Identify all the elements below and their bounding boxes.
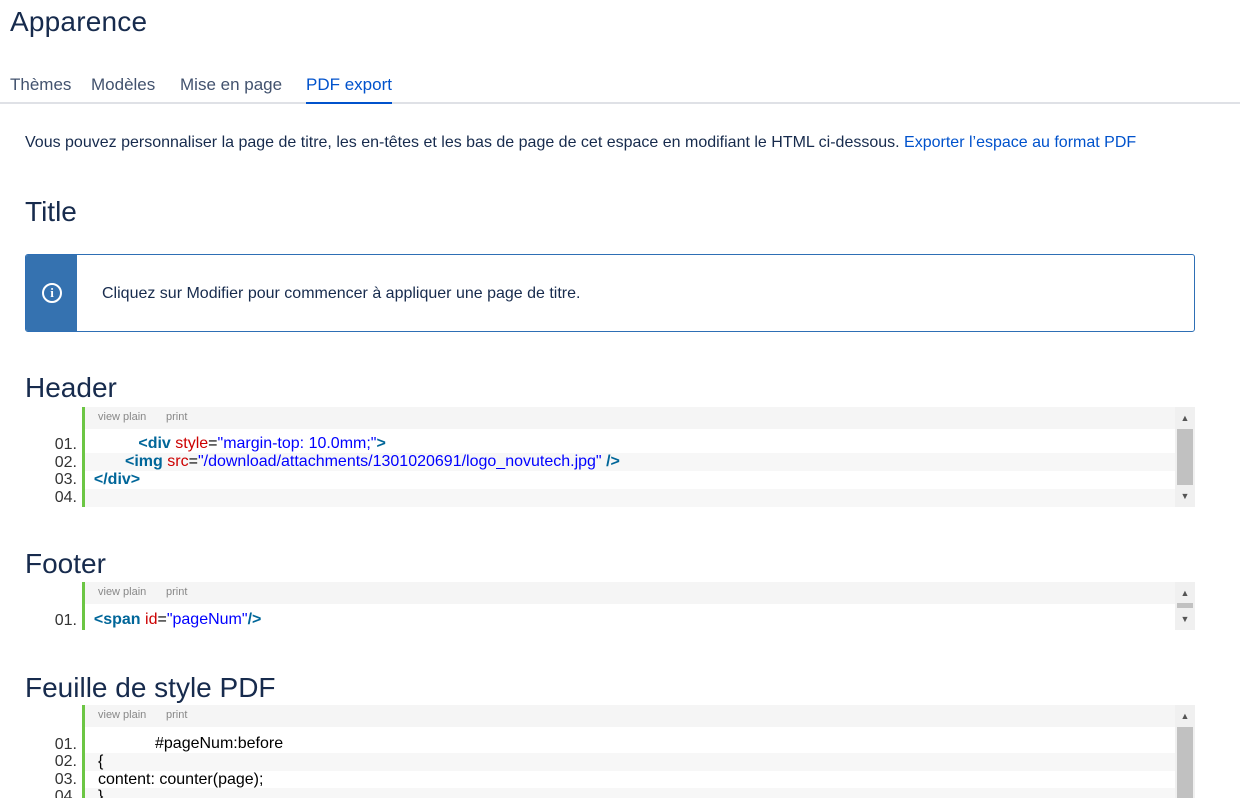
scroll-thumb[interactable] — [1177, 727, 1193, 798]
section-header-heading: Header — [25, 372, 117, 403]
info-bar: i — [26, 255, 77, 331]
line-number: 01. — [54, 736, 77, 753]
code-line: } — [85, 788, 1175, 798]
code-line: { — [85, 753, 1175, 771]
code-line: <span id="pageNum"/> — [85, 611, 1175, 629]
info-message: Cliquez sur Modifier pour commencer à ap… — [102, 285, 581, 302]
line-number: 01. — [54, 612, 77, 629]
info-icon: i — [42, 283, 62, 303]
scroll-thumb[interactable] — [1177, 603, 1193, 608]
export-pdf-link[interactable]: Exporter l’espace au format PDF — [904, 134, 1136, 151]
intro-paragraph: Vous pouvez personnaliser la page de tit… — [25, 131, 1205, 155]
scroll-up-icon[interactable]: ▲ — [1175, 409, 1195, 427]
code-toolbar: view plain print — [85, 705, 1175, 727]
tab-templates[interactable]: Modèles — [91, 75, 155, 104]
code-line: <img src="/download/attachments/13010206… — [85, 453, 1175, 471]
line-number: 04. — [54, 788, 77, 798]
print-link[interactable]: print — [166, 709, 187, 721]
section-title-heading: Title — [25, 196, 77, 227]
code-line: #pageNum:before — [85, 735, 1175, 753]
footer-code-block[interactable]: view plain print 01. <span id="pageNum"/… — [25, 582, 1195, 630]
vertical-scrollbar[interactable]: ▲ ▼ — [1175, 407, 1195, 507]
vertical-scrollbar[interactable]: ▲ ▼ — [1175, 582, 1195, 630]
line-number: 02. — [54, 753, 77, 770]
code-line: content: counter(page); — [85, 771, 1175, 789]
info-message-box: i Cliquez sur Modifier pour commencer à … — [25, 254, 1195, 332]
line-number: 02. — [54, 454, 77, 471]
view-plain-link[interactable]: view plain — [98, 709, 146, 721]
scroll-up-icon[interactable]: ▲ — [1175, 707, 1195, 725]
print-link[interactable]: print — [166, 411, 187, 423]
scroll-up-icon[interactable]: ▲ — [1175, 584, 1195, 602]
section-stylesheet-heading: Feuille de style PDF — [25, 672, 276, 703]
tab-themes[interactable]: Thèmes — [10, 75, 71, 104]
code-line — [85, 489, 1175, 507]
intro-text: Vous pouvez personnaliser la page de tit… — [25, 134, 900, 151]
scroll-down-icon[interactable]: ▼ — [1175, 487, 1195, 505]
page-title: Apparence — [10, 6, 148, 37]
tab-layout[interactable]: Mise en page — [180, 75, 282, 104]
code-toolbar: view plain print — [85, 407, 1175, 429]
tab-bar: Thèmes Modèles Mise en page PDF export — [0, 72, 1240, 104]
view-plain-link[interactable]: view plain — [98, 411, 146, 423]
scroll-down-icon[interactable]: ▼ — [1175, 610, 1195, 628]
print-link[interactable]: print — [166, 586, 187, 598]
section-footer-heading: Footer — [25, 548, 106, 579]
code-line: </div> — [85, 471, 1175, 489]
line-number: 03. — [54, 471, 77, 488]
stylesheet-code-block[interactable]: view plain print 01. 02. 03. 04. #pageNu… — [25, 705, 1195, 798]
line-number: 01. — [54, 436, 77, 453]
code-toolbar: view plain print — [85, 582, 1175, 604]
code-line: <div style="margin-top: 10.0mm;"> — [85, 435, 1175, 453]
tab-pdf-export[interactable]: PDF export — [306, 75, 392, 104]
view-plain-link[interactable]: view plain — [98, 586, 146, 598]
header-code-block[interactable]: view plain print 01. 02. 03. 04. <div st… — [25, 407, 1195, 507]
scroll-thumb[interactable] — [1177, 429, 1193, 485]
vertical-scrollbar[interactable]: ▲ — [1175, 705, 1195, 798]
line-number: 04. — [54, 489, 77, 506]
line-number: 03. — [54, 771, 77, 788]
